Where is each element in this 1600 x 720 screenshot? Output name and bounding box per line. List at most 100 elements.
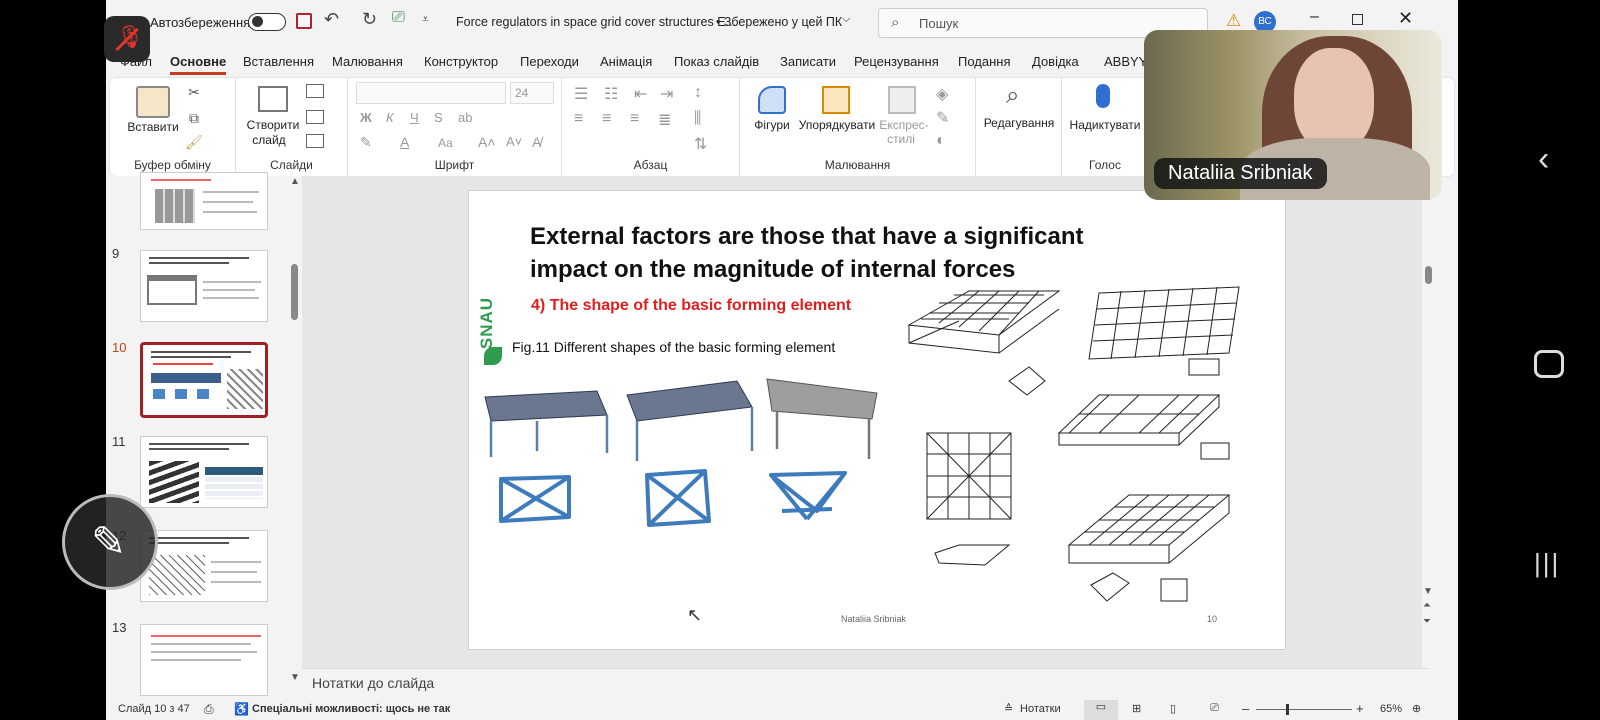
previous-slide-icon[interactable]: ⏶ — [1423, 600, 1431, 611]
autosave-toggle[interactable] — [248, 13, 286, 31]
thumbnail-scrollbar[interactable]: ▲ ▼ — [288, 176, 302, 696]
zoom-slider-thumb[interactable] — [1286, 704, 1289, 715]
zoom-level[interactable]: 65% — [1380, 703, 1402, 715]
tab-draw[interactable]: Малювання — [332, 54, 403, 69]
italic-button[interactable]: К — [386, 110, 394, 125]
bold-button[interactable]: Ж — [360, 110, 372, 125]
mute-indicator[interactable]: 🎙 — [104, 16, 150, 62]
slide-editor[interactable]: External factors are those that have a s… — [468, 190, 1286, 650]
notes-toggle-icon[interactable]: ≙ — [1004, 702, 1013, 715]
slide-sorter-icon[interactable]: ⊞ — [1132, 702, 1141, 715]
warning-icon[interactable]: ⚠ — [1226, 11, 1241, 31]
back-icon[interactable]: ‹ — [1538, 140, 1549, 179]
slide-thumbnail[interactable] — [140, 624, 268, 696]
notes-toggle[interactable]: Нотатки — [1020, 703, 1061, 715]
canvas-scrollbar[interactable]: ▼ ⏶ ⏷ — [1422, 176, 1436, 668]
dictate-button[interactable]: Надиктувати — [1062, 118, 1148, 132]
video-participant[interactable]: Nataliia Sribniak — [1144, 30, 1442, 200]
font-color-icon[interactable]: A — [400, 134, 409, 150]
outline-icon[interactable]: ✎ — [936, 108, 949, 128]
zoom-in-icon[interactable]: + — [1356, 701, 1364, 716]
shapes-button[interactable]: Фігури — [744, 118, 800, 132]
tab-transitions[interactable]: Переходи — [520, 54, 579, 69]
customize-qat-icon[interactable]: ⩡ — [422, 12, 429, 27]
zoom-out-icon[interactable]: – — [1242, 701, 1249, 716]
quick-styles-label-2[interactable]: стилі — [876, 132, 926, 146]
new-slide-label-2[interactable]: слайд — [236, 133, 302, 147]
font-name-select[interactable] — [356, 82, 506, 104]
grow-font-icon[interactable]: A˄ — [478, 134, 496, 150]
numbering-icon[interactable]: ☷ — [604, 84, 618, 104]
strike-button[interactable]: S — [434, 110, 443, 125]
paste-button[interactable]: Вставити — [122, 120, 184, 134]
slide-thumbnail[interactable] — [140, 250, 268, 322]
new-slide-label-1[interactable]: Створити — [236, 118, 310, 132]
indent-icon[interactable]: ⇤ — [634, 84, 647, 104]
close-icon[interactable]: ✕ — [1398, 8, 1413, 29]
change-case-button[interactable]: Aa — [438, 136, 453, 150]
slide-thumbnail[interactable] — [140, 436, 268, 508]
tab-record[interactable]: Записати — [780, 54, 836, 69]
scroll-up-icon[interactable]: ▲ — [290, 176, 300, 187]
align-right-icon[interactable]: ≡ — [630, 110, 639, 128]
restore-icon[interactable] — [1352, 14, 1363, 25]
normal-view-icon[interactable]: ▭ — [1084, 700, 1118, 720]
arrange-icon[interactable] — [822, 86, 850, 114]
effects-icon[interactable]: ◐ — [936, 132, 946, 150]
scroll-thumb[interactable] — [1425, 266, 1432, 284]
quick-styles-icon[interactable] — [888, 86, 916, 114]
recents-icon[interactable]: ||| — [1534, 548, 1560, 579]
quick-styles-label-1[interactable]: Експрес- — [876, 118, 932, 132]
copy-icon[interactable]: ⧉ — [184, 108, 204, 128]
scroll-thumb[interactable] — [291, 264, 298, 320]
microphone-icon[interactable] — [1096, 84, 1110, 108]
scroll-down-icon[interactable]: ▼ — [1423, 586, 1433, 597]
arrange-button[interactable]: Упорядкувати — [798, 118, 876, 132]
fit-slide-icon[interactable]: ⊕ — [1412, 702, 1421, 715]
editing-button[interactable]: Редагування — [978, 116, 1060, 130]
tab-animations[interactable]: Анімація — [600, 54, 652, 69]
tab-help[interactable]: Довідка — [1032, 54, 1079, 69]
shadow-button[interactable]: ab — [458, 110, 472, 125]
find-icon[interactable]: ⌕ — [1006, 82, 1019, 110]
shapes-icon[interactable] — [758, 86, 786, 114]
format-painter-icon[interactable]: 🖌 — [184, 132, 204, 152]
slide-subtitle[interactable]: 4) The shape of the basic forming elemen… — [531, 297, 851, 315]
tab-review[interactable]: Рецензування — [854, 54, 939, 69]
text-direction-icon[interactable]: ⇅ — [694, 134, 707, 154]
paste-icon[interactable] — [136, 86, 170, 118]
structures-illustration[interactable] — [477, 371, 887, 541]
layout-icon[interactable] — [306, 84, 324, 98]
reading-view-icon[interactable]: ▯ — [1170, 702, 1176, 715]
undo-icon[interactable]: ↶ — [324, 9, 339, 30]
technical-drawings[interactable] — [899, 283, 1259, 623]
slide-page-number[interactable]: 10 — [1207, 614, 1217, 624]
spellcheck-icon[interactable]: ⎙ — [204, 702, 214, 717]
section-icon[interactable] — [306, 134, 324, 148]
slide-footer-author[interactable]: Nataliia Sribniak — [841, 614, 906, 624]
zoom-slider[interactable] — [1256, 709, 1352, 710]
align-left-icon[interactable]: ≡ — [574, 110, 583, 128]
chevron-down-icon[interactable]: ⌵ — [842, 13, 850, 26]
reset-icon[interactable] — [306, 110, 324, 124]
tab-insert[interactable]: Вставлення — [243, 54, 314, 69]
columns-icon[interactable]: ⫼ — [694, 110, 701, 128]
save-icon[interactable] — [296, 13, 312, 29]
bullets-icon[interactable]: ☰ — [574, 84, 588, 104]
fill-icon[interactable]: ◈ — [936, 84, 948, 104]
slide-title-line-1[interactable]: External factors are those that have a s… — [530, 223, 1084, 251]
line-spacing-icon[interactable]: ↕ — [694, 84, 702, 102]
slide-thumbnail[interactable] — [140, 172, 268, 230]
slideshow-icon[interactable]: ⎚ — [1210, 702, 1219, 715]
present-icon[interactable]: ⎚ — [392, 9, 405, 27]
underline-button[interactable]: Ч — [410, 110, 419, 125]
align-center-icon[interactable]: ≡ — [602, 110, 611, 128]
outdent-icon[interactable]: ⇥ — [660, 84, 673, 104]
font-size-select[interactable]: 24 — [510, 82, 554, 104]
slide-thumbnail-selected[interactable] — [140, 342, 268, 418]
accessibility-status[interactable]: Спеціальні можливості: щось не так — [252, 703, 450, 715]
slide-title-line-2[interactable]: impact on the magnitude of internal forc… — [530, 256, 1015, 284]
figure-caption[interactable]: Fig.11 Different shapes of the basic for… — [512, 339, 835, 355]
highlight-icon[interactable]: ✎ — [360, 134, 372, 151]
document-title[interactable]: Force regulators in space grid cover str… — [456, 15, 736, 29]
